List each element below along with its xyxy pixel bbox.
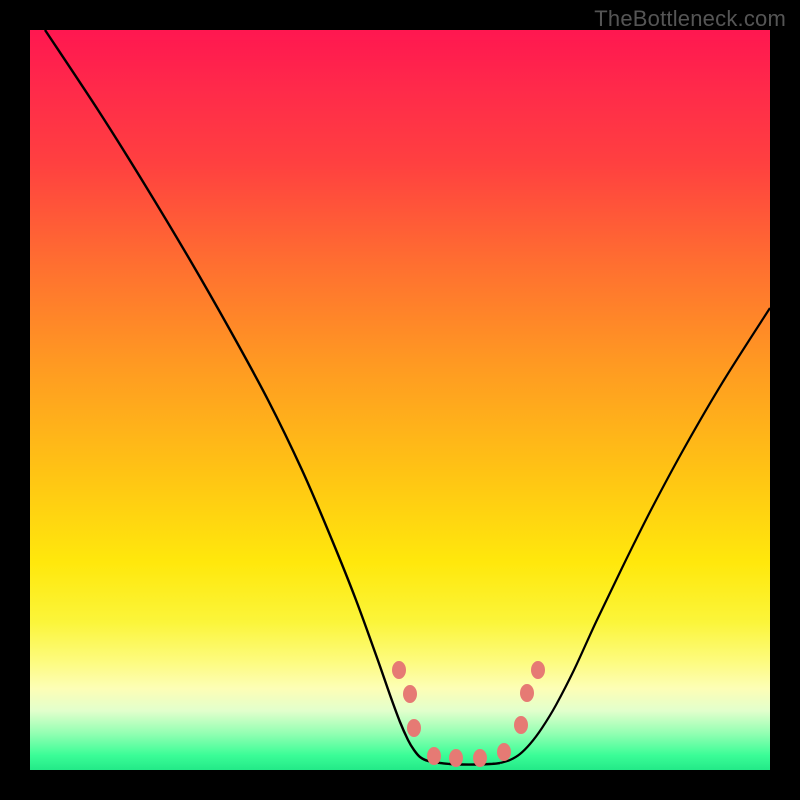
marker-dot bbox=[407, 719, 421, 737]
marker-dot bbox=[497, 743, 511, 761]
watermark-text: TheBottleneck.com bbox=[594, 6, 786, 32]
right-curve bbox=[500, 308, 770, 763]
marker-dot bbox=[449, 749, 463, 767]
marker-dot bbox=[473, 749, 487, 767]
marker-dot bbox=[520, 684, 534, 702]
bottom-curve bbox=[440, 763, 500, 765]
marker-dot bbox=[514, 716, 528, 734]
marker-dot bbox=[427, 747, 441, 765]
chart-frame: TheBottleneck.com bbox=[0, 0, 800, 800]
marker-dot bbox=[392, 661, 406, 679]
marker-dot bbox=[531, 661, 545, 679]
left-curve bbox=[45, 30, 440, 763]
marker-dot bbox=[403, 685, 417, 703]
chart-svg bbox=[30, 30, 770, 770]
